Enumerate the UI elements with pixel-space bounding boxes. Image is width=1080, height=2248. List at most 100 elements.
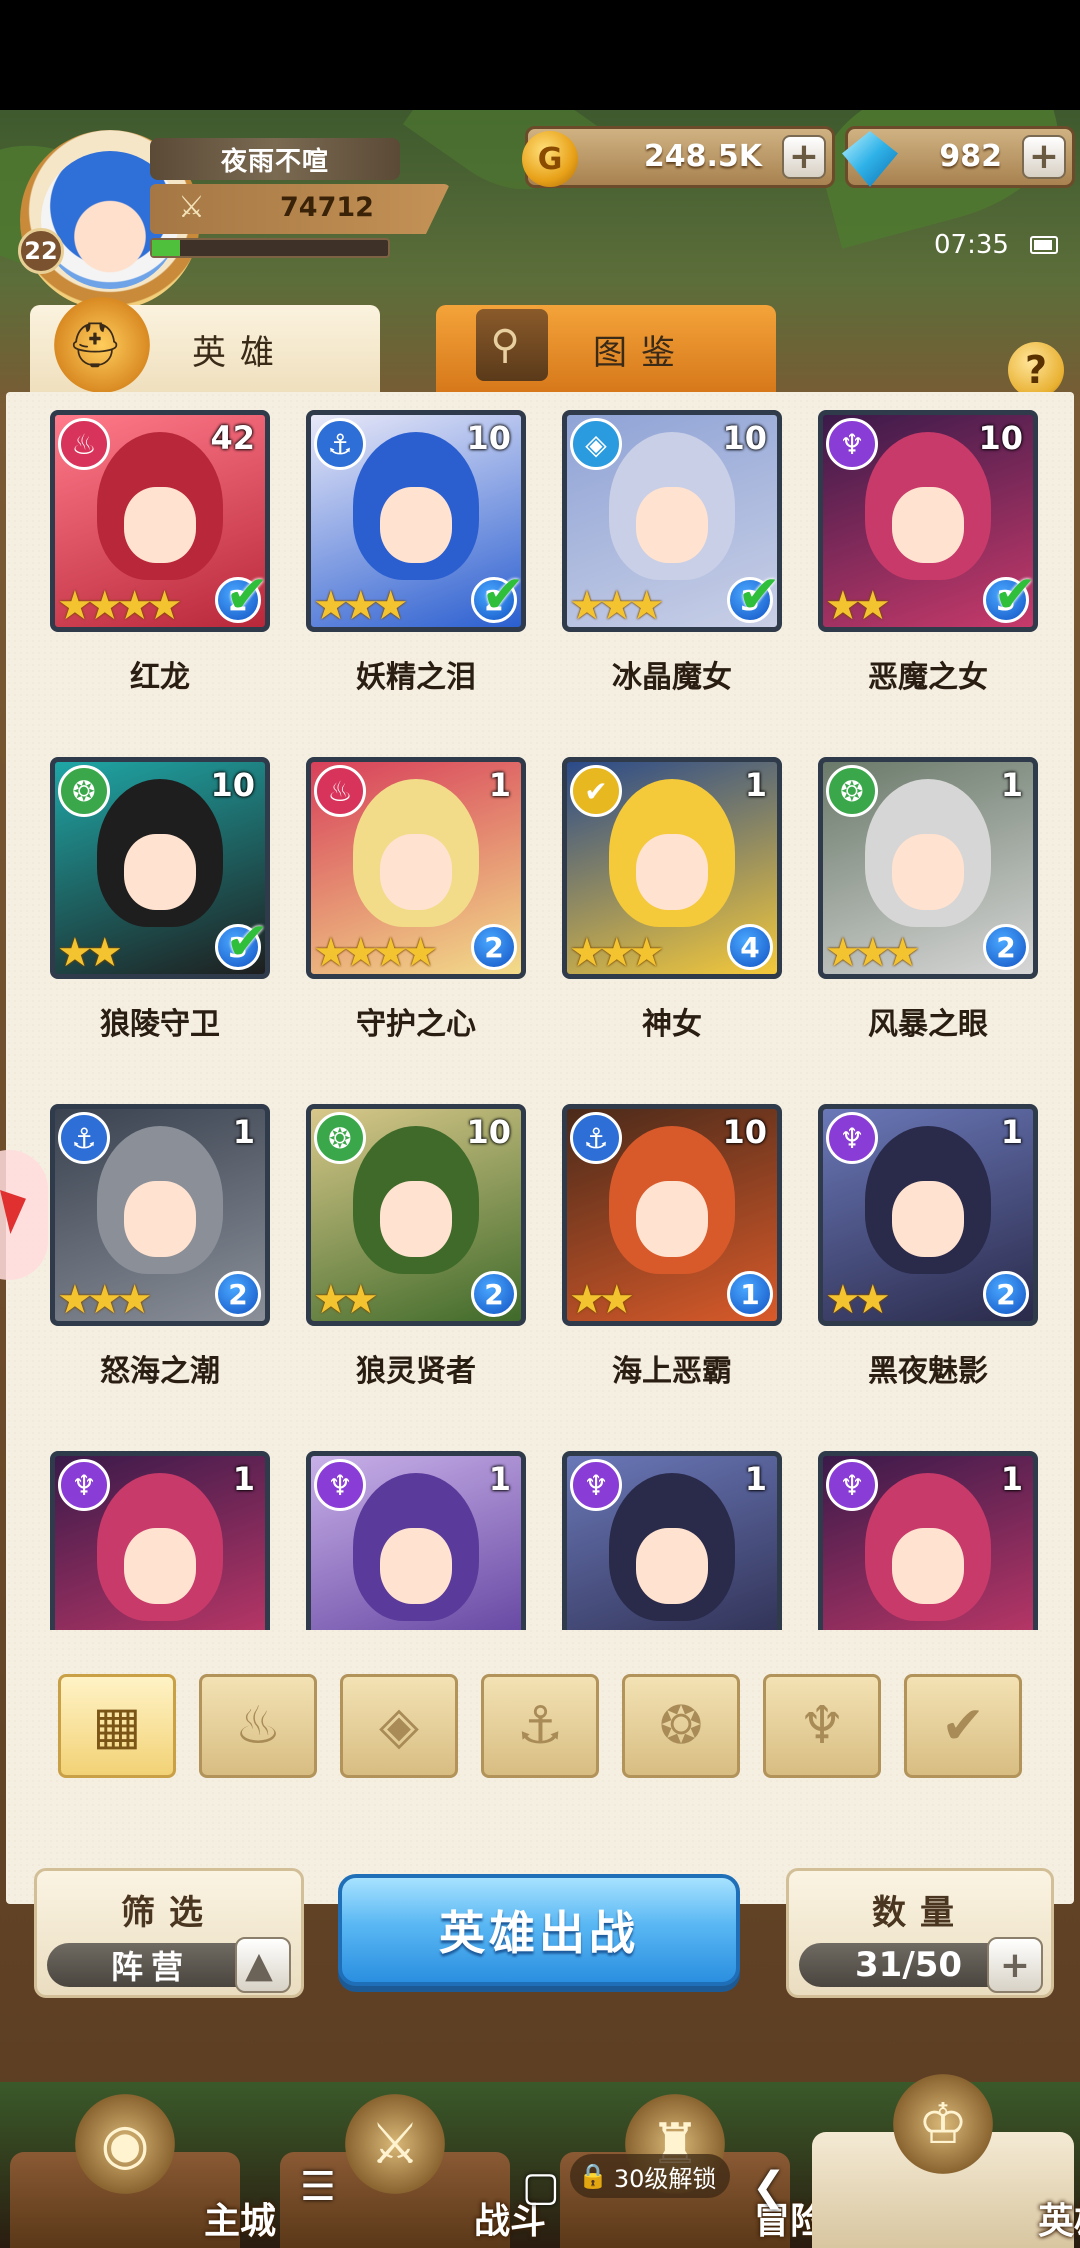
tab-heroes[interactable]: ⛑ 英雄 — [30, 297, 380, 393]
filter-box: 筛选 阵营 ▲ — [34, 1868, 304, 1998]
hero-name: 狼灵贤者 — [356, 1354, 476, 1389]
hero-name: 恶魔之女 — [868, 660, 988, 695]
hero-rank-badge: 4 — [727, 924, 773, 970]
hero-card[interactable]: ❂ 1 ★★★ 2 风暴之眼 — [818, 757, 1038, 1043]
star-rating: ★★★★ — [313, 930, 438, 976]
star-rating: ★★★★ — [57, 583, 182, 629]
magnifier-icon: ⚲ — [476, 309, 548, 381]
hero-card[interactable]: ◈ 10 ★★★ 3 ✔ 冰晶魔女 — [562, 410, 782, 696]
filter-title: 筛选 — [121, 1893, 217, 1933]
adventure-lock-tag: 🔒 30级解锁 — [570, 2154, 731, 2198]
add-gems-button[interactable]: + — [1022, 135, 1066, 179]
anchor-faction-icon: ⚓ — [314, 418, 366, 470]
demon-faction-filter-button[interactable]: ♆ — [763, 1674, 881, 1778]
hero-crest-icon: ♔ — [893, 2074, 993, 2174]
expand-capacity-button[interactable]: + — [987, 1937, 1043, 1993]
hero-portrait: ♆ 1 — [818, 1451, 1038, 1630]
filter-dropdown[interactable]: 阵营 ▲ — [47, 1937, 291, 1993]
add-gold-button[interactable]: + — [782, 135, 826, 179]
anchor-faction-filter-button[interactable]: ⚓ — [481, 1674, 599, 1778]
deployed-check-icon: ✔ — [481, 565, 525, 625]
back-icon[interactable]: ❮ — [752, 2164, 786, 2210]
hero-portrait: ❂ 10 ★★ 2 — [306, 1104, 526, 1326]
side-drawer-tab[interactable] — [0, 1150, 48, 1280]
anchor-faction-icon: ⚓ — [570, 1112, 622, 1164]
hero-level: 1 — [744, 1460, 767, 1498]
fire-faction-icon: ♨ — [58, 418, 110, 470]
hero-name: 海上恶霸 — [612, 1354, 732, 1389]
hero-card[interactable]: ♆ 1 — [50, 1451, 270, 1630]
hero-card[interactable]: ⚓ 10 ★★★ 2 ✔ 妖精之泪 — [306, 410, 526, 696]
hero-level: 1 — [1000, 1113, 1023, 1151]
hero-portrait: ♆ 1 ★★ 2 — [818, 1104, 1038, 1326]
chevron-up-icon[interactable]: ▲ — [235, 1937, 291, 1993]
hero-portrait: ♆ 10 ★★ 3 ✔ — [818, 410, 1038, 632]
hero-level: 10 — [978, 419, 1023, 457]
hero-card[interactable]: ♨ 42 ★★★★ 2 ✔ 红龙 — [50, 410, 270, 696]
menu-icon[interactable]: ☰ — [300, 2164, 336, 2210]
gold-coin-icon: G — [522, 131, 578, 187]
star-rating: ★★★ — [569, 583, 665, 629]
hero-card[interactable]: ⚓ 1 ★★★ 2 怒海之潮 — [50, 1104, 270, 1390]
crossed-swords-icon: ⚔ — [345, 2094, 445, 2194]
beast-faction-filter-button[interactable]: ❂ — [622, 1674, 740, 1778]
hero-name: 妖精之泪 — [356, 660, 476, 695]
hero-card[interactable]: ♆ 1 ★★ 2 黑夜魅影 — [818, 1104, 1038, 1390]
hero-name: 红龙 — [130, 660, 190, 695]
hero-portrait: ❂ 10 ★★ 3 ✔ — [50, 757, 270, 979]
hero-name: 怒海之潮 — [100, 1354, 220, 1389]
hero-card[interactable]: ♆ 1 — [818, 1451, 1038, 1630]
tab-codex[interactable]: ⚲ 图鉴 — [436, 305, 776, 393]
gem-icon — [842, 131, 898, 187]
demon-faction-icon: ♆ — [826, 1112, 878, 1164]
hero-rank-badge: 2 — [471, 924, 517, 970]
demon-faction-icon: ♆ — [798, 1696, 846, 1756]
hero-card[interactable]: ♆ 1 — [562, 1451, 782, 1630]
hero-level: 42 — [210, 419, 255, 457]
hero-level: 1 — [232, 1113, 255, 1151]
home-icon[interactable]: ▢ — [522, 2164, 560, 2210]
fire-faction-filter-button[interactable]: ♨ — [199, 1674, 317, 1778]
count-title: 数量 — [872, 1893, 968, 1933]
hero-level: 1 — [488, 1460, 511, 1498]
hero-card[interactable]: ♆ 1 — [306, 1451, 526, 1630]
tab-heroes-label: 英雄 — [192, 332, 288, 373]
hero-card[interactable]: ✔ 1 ★★★ 4 神女 — [562, 757, 782, 1043]
hero-card[interactable]: ♆ 10 ★★ 3 ✔ 恶魔之女 — [818, 410, 1038, 696]
deploy-heroes-button[interactable]: 英雄出战 — [338, 1874, 740, 1986]
hero-level: 1 — [1000, 1460, 1023, 1498]
all-grid-filter-button[interactable]: ▦ — [58, 1674, 176, 1778]
demon-faction-icon: ♆ — [58, 1459, 110, 1511]
hero-portrait: ♆ 1 — [50, 1451, 270, 1630]
hero-portrait: ✔ 1 ★★★ 4 — [562, 757, 782, 979]
experience-fill — [152, 240, 181, 256]
anchor-faction-icon: ⚓ — [516, 1696, 564, 1756]
hero-level: 1 — [488, 766, 511, 804]
star-rating: ★★★ — [569, 930, 665, 976]
gold-resource: G 248.5K + — [522, 126, 835, 188]
nav-hero[interactable]: ♔ 英雄 — [812, 2074, 1080, 2248]
help-button[interactable]: ? — [1008, 342, 1064, 398]
demon-faction-icon: ♆ — [314, 1459, 366, 1511]
beast-faction-icon: ❂ — [826, 765, 878, 817]
hero-level: 1 — [1000, 766, 1023, 804]
light-faction-filter-button[interactable]: ✔ — [904, 1674, 1022, 1778]
light-faction-icon: ✔ — [570, 765, 622, 817]
fire-faction-icon: ♨ — [314, 765, 366, 817]
hero-card[interactable]: ♨ 1 ★★★★ 2 守护之心 — [306, 757, 526, 1043]
hero-level: 10 — [466, 1113, 511, 1151]
hero-level: 10 — [466, 419, 511, 457]
star-rating: ★★★ — [57, 1277, 153, 1323]
beast-faction-icon: ❂ — [659, 1696, 703, 1756]
diamond-faction-filter-button[interactable]: ◈ — [340, 1674, 458, 1778]
hero-card[interactable]: ⚓ 10 ★★ 1 海上恶霸 — [562, 1104, 782, 1390]
hero-rank-badge: 2 — [471, 1271, 517, 1317]
hero-level: 10 — [210, 766, 255, 804]
hero-level: 10 — [722, 1113, 767, 1151]
hero-card[interactable]: ❂ 10 ★★ 2 狼灵贤者 — [306, 1104, 526, 1390]
hero-card[interactable]: ❂ 10 ★★ 3 ✔ 狼陵守卫 — [50, 757, 270, 1043]
star-rating: ★★ — [569, 1277, 635, 1323]
hero-portrait: ♨ 42 ★★★★ 2 ✔ — [50, 410, 270, 632]
hero-portrait: ⚓ 10 ★★★ 2 ✔ — [306, 410, 526, 632]
nav-city[interactable]: ◉ 主城 — [10, 2094, 276, 2248]
